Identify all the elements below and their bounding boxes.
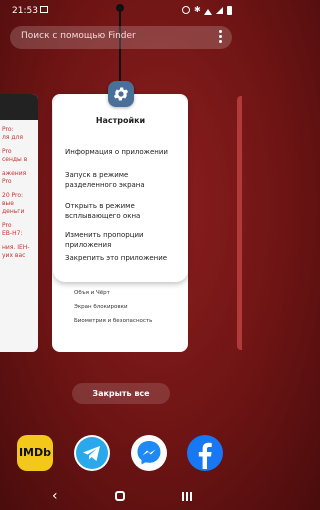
menu-item-app-info[interactable]: Информация о приложении: [65, 147, 181, 157]
recents-icon[interactable]: [182, 492, 192, 501]
left-card-line: Pro: [2, 178, 12, 185]
back-icon[interactable]: ‹: [52, 488, 58, 504]
left-card-line: уих вас: [2, 252, 26, 259]
left-card-line: ЕВ-H7:: [2, 230, 23, 237]
app-options-popup: Настройки Информация о приложении Запуск…: [53, 94, 188, 282]
list-item: Биометрия и безопасность: [74, 318, 153, 324]
bluetooth-icon: ✱: [194, 5, 201, 14]
recent-app-card-left[interactable]: Pro: ля для Pro сенды в ажения Pro 20 Pro: вые …: [0, 94, 38, 352]
messenger-icon[interactable]: [131, 435, 167, 471]
home-icon[interactable]: [115, 491, 125, 501]
popup-title: Настройки: [95, 116, 146, 125]
status-icons: ✱: [182, 5, 232, 15]
menu-item-split-screen[interactable]: Запуск в режиме разделенного экрана: [65, 170, 181, 190]
menu-item-popup-view[interactable]: Открыть в режиме всплывающего окна: [65, 201, 181, 221]
left-card-line: 20 Pro:: [2, 192, 24, 199]
left-card-line: вые деньги: [2, 200, 25, 215]
signal-icon: [216, 6, 223, 14]
alarm-icon: [182, 6, 190, 14]
status-time: 21:53: [12, 6, 38, 16]
messenger-bubble-icon: [137, 441, 161, 465]
left-card-line: ния. IEH-: [2, 244, 30, 251]
navigation-bar: ‹: [0, 484, 242, 510]
telegram-icon[interactable]: [74, 435, 110, 471]
imdb-logo-text: IMDb: [18, 446, 52, 459]
left-card-line: Pro:: [2, 126, 14, 133]
imdb-icon[interactable]: IMDb: [17, 435, 53, 471]
left-card-line: ажения: [2, 170, 27, 177]
search-placeholder: Поиск с помощью Finder: [21, 31, 136, 41]
menu-item-pin-app[interactable]: Закрепить это приложение: [65, 253, 181, 263]
close-all-button[interactable]: Закрыть все: [72, 383, 170, 404]
left-card-content: Pro: ля для Pro сенды в ажения Pro 20 Pro: вые …: [0, 126, 38, 260]
list-item: Объя и Чёрт: [74, 290, 110, 296]
facebook-icon[interactable]: [187, 435, 223, 471]
gear-icon: [113, 87, 129, 101]
recent-app-card-right[interactable]: [237, 96, 242, 350]
left-card-line: Pro: [2, 148, 12, 155]
battery-icon: [227, 5, 232, 15]
facebook-f-icon: [198, 442, 212, 469]
camera-cutout: [116, 4, 124, 12]
menu-item-aspect-ratio[interactable]: Изменить пропорции приложения: [65, 230, 181, 250]
left-card-line: сенды в: [2, 156, 28, 163]
app-dock: IMDb: [0, 435, 242, 471]
more-options-icon[interactable]: [219, 30, 222, 45]
list-item: Экран блокировки: [74, 304, 128, 310]
left-card-line: ля для: [2, 134, 23, 141]
background-settings-list: Объя и Чёрт Экран блокировки Биометрия и…: [52, 286, 188, 328]
finder-search-bar[interactable]: Поиск с помощью Finder: [10, 26, 232, 49]
left-card-header: [0, 94, 38, 120]
gallery-notification-icon: [40, 6, 48, 13]
telegram-plane-icon: [76, 437, 108, 469]
settings-app-icon[interactable]: [108, 81, 134, 107]
wifi-icon: [204, 5, 212, 15]
left-card-line: Pro: [2, 222, 12, 229]
